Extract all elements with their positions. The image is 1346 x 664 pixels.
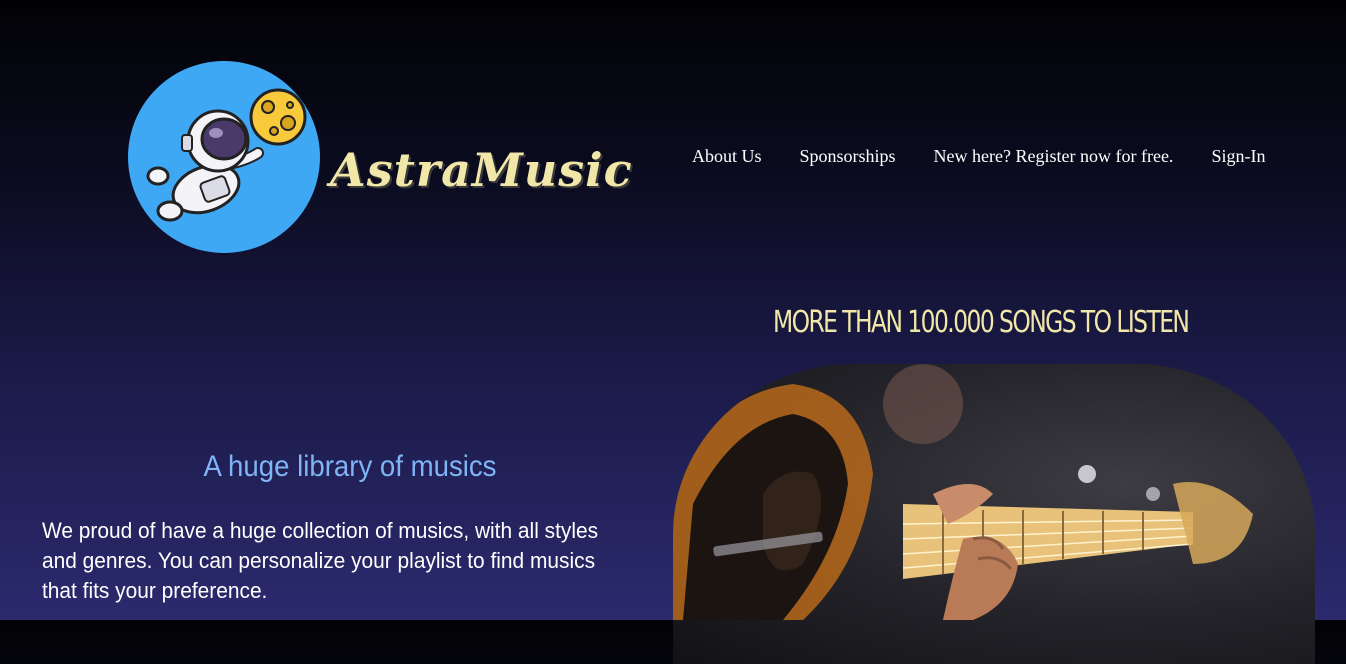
nav-item-about-us[interactable]: About Us <box>692 146 762 167</box>
nav-item-sign-in[interactable]: Sign-In <box>1211 146 1265 167</box>
astronaut-body <box>146 109 264 222</box>
hero-image <box>673 364 1315 664</box>
section-title: A huge library of musics <box>203 450 497 483</box>
main-nav: About Us Sponsorships New here? Register… <box>692 146 1265 167</box>
logo[interactable] <box>128 61 320 253</box>
bass-guitar-photo <box>673 364 1253 620</box>
brand-name[interactable]: AstraMusic <box>330 143 633 197</box>
astronaut-icon <box>146 88 307 222</box>
hero-headline: MORE THAN 100.000 SONGS TO LISTEN <box>773 305 1190 340</box>
nav-item-register[interactable]: New here? Register now for free. <box>934 146 1174 167</box>
moon-icon <box>249 88 307 146</box>
section-text: We proud of have a huge collection of mu… <box>42 518 599 603</box>
nav-item-sponsorships[interactable]: Sponsorships <box>800 146 896 167</box>
logo-circle <box>128 61 320 253</box>
